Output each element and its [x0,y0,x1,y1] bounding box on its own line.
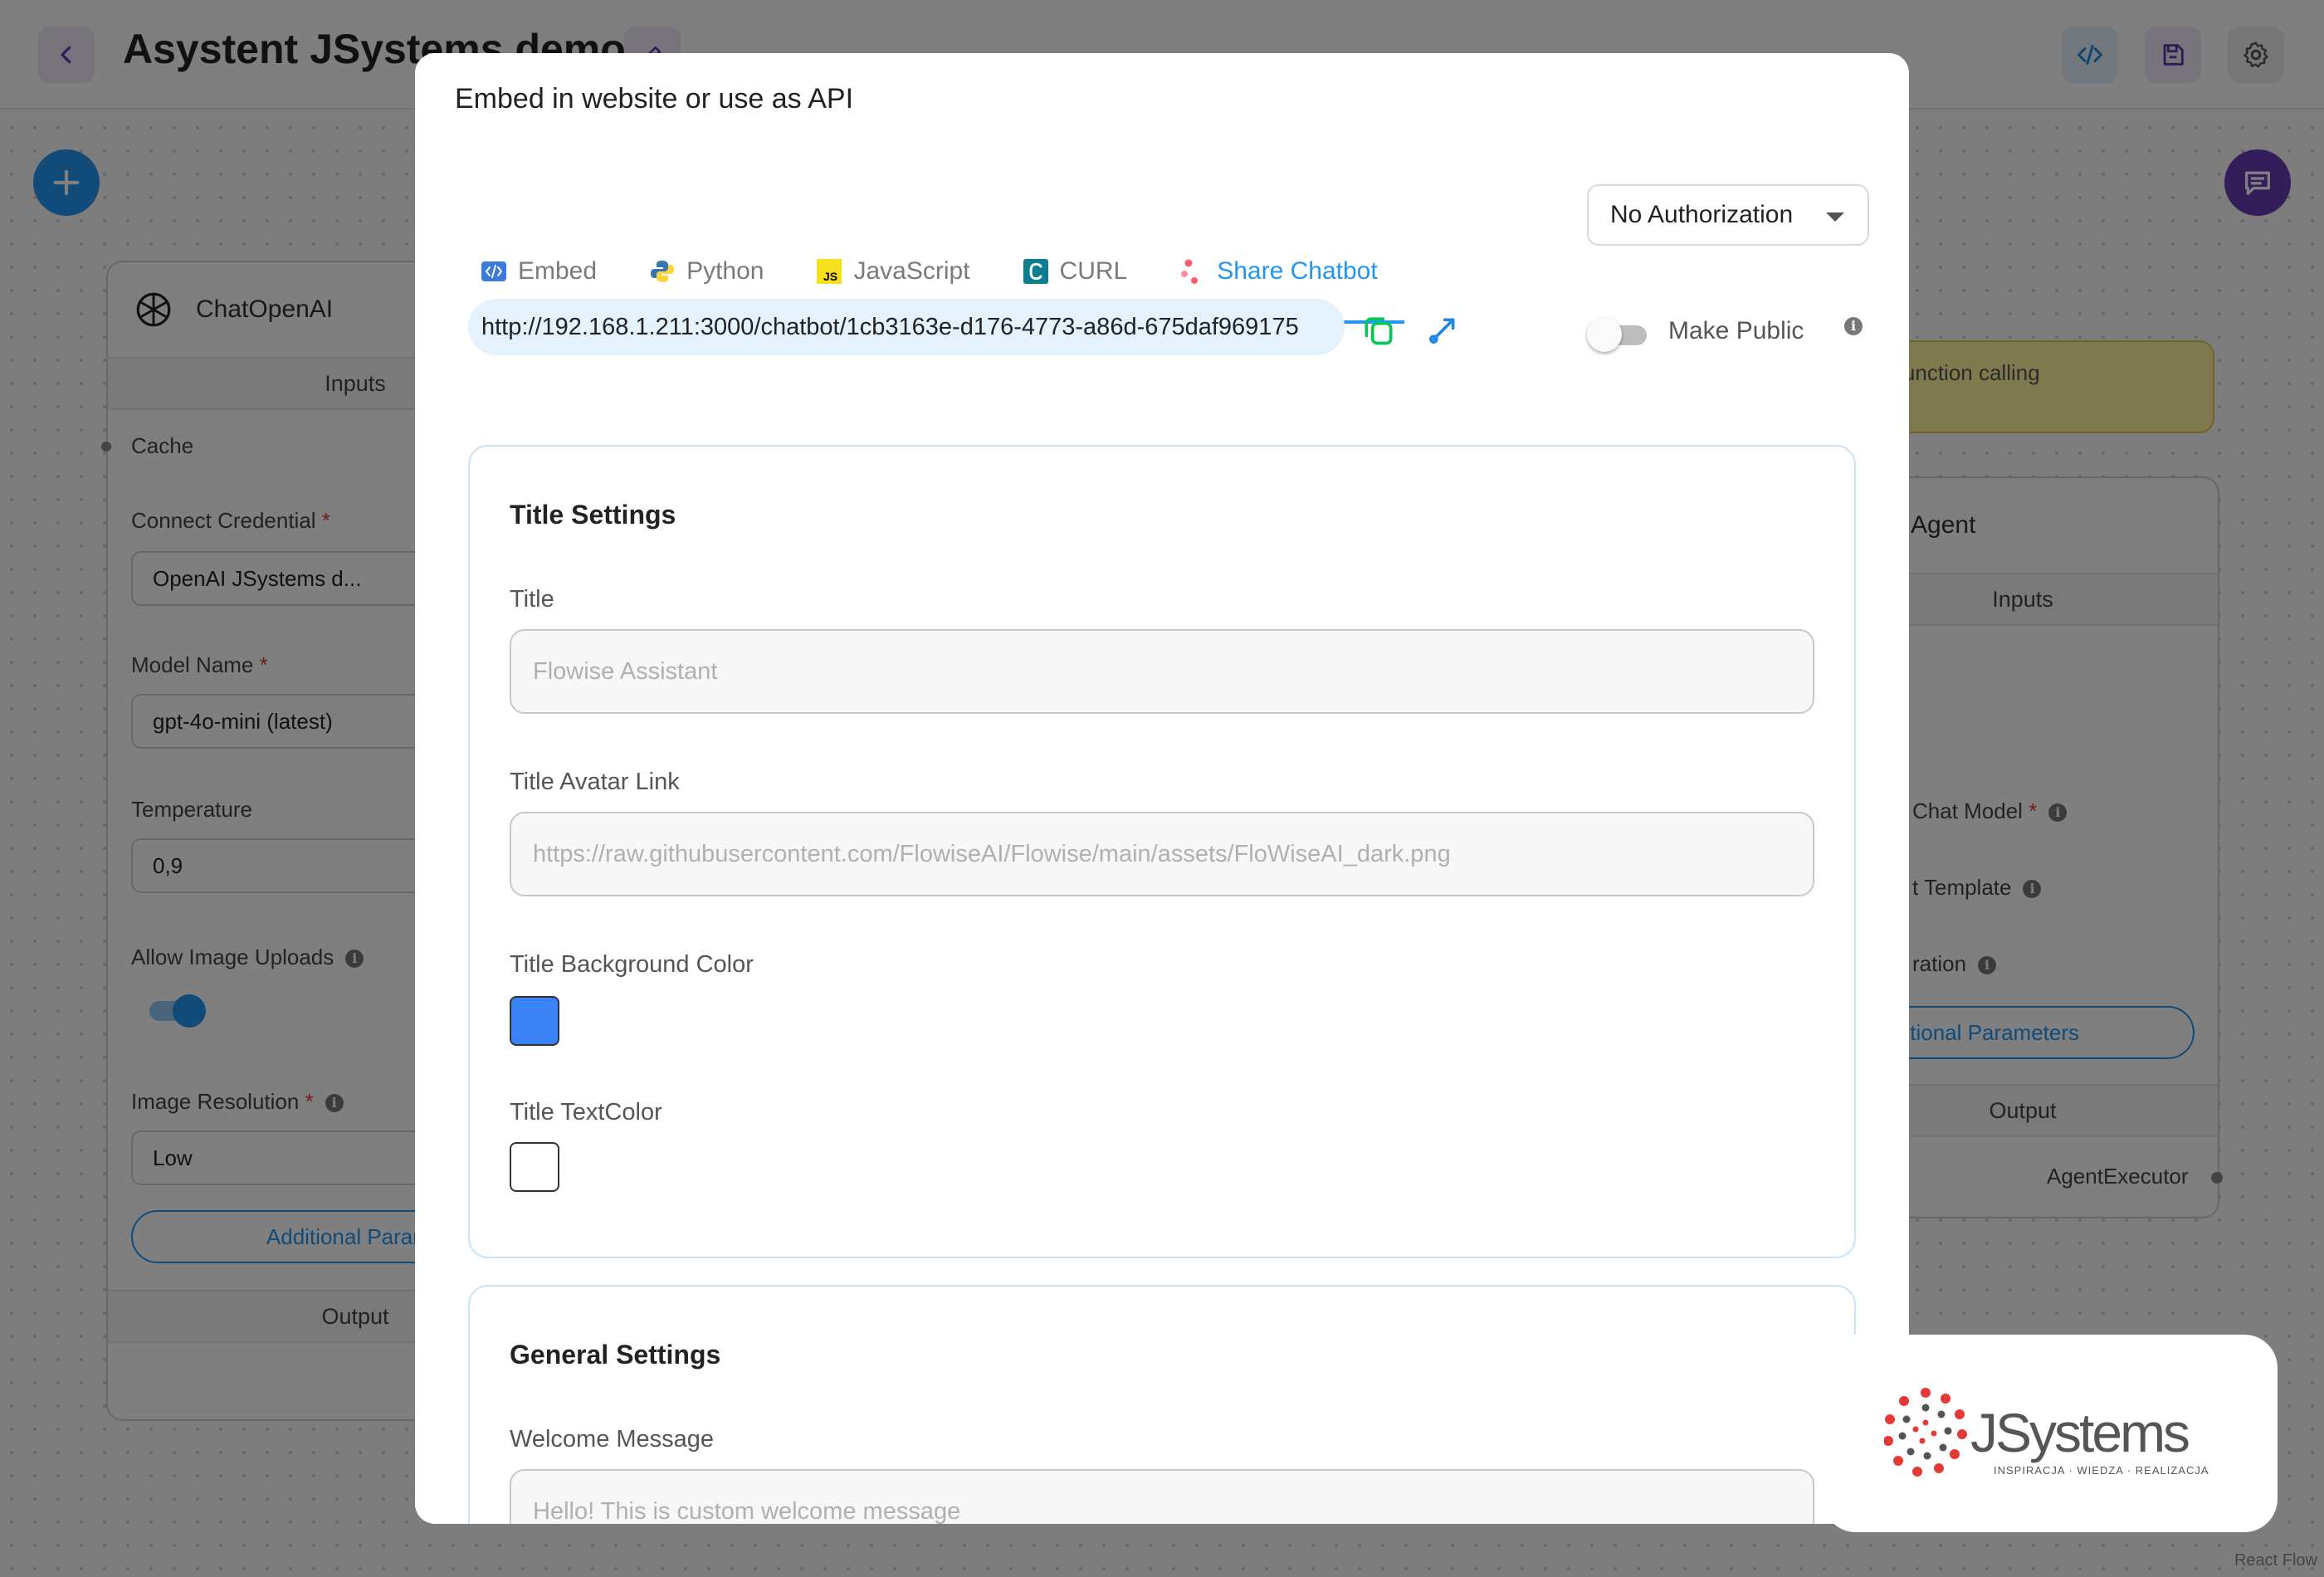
embed-code-icon [481,259,506,284]
share-icon [1180,259,1205,284]
make-public-label: Make Public [1668,317,1804,344]
title-text-color-swatch[interactable] [510,1142,559,1192]
embed-dialog: Embed in website or use as API Embed Pyt… [415,53,1909,1524]
dialog-title: Embed in website or use as API [455,83,854,115]
curl-icon [1023,259,1048,284]
welcome-message-input[interactable] [510,1469,1814,1524]
open-in-new-tab-button[interactable] [1421,307,1466,352]
python-icon [650,259,675,284]
jsystems-brand: JSystems [1970,1402,2190,1463]
title-avatar-label: Title Avatar Link [510,769,680,795]
title-text-color-label: Title TextColor [510,1099,662,1125]
title-bg-color-swatch[interactable] [510,996,559,1046]
caret-down-icon [1826,212,1844,222]
copy-icon [1365,317,1393,345]
copy-url-button[interactable] [1356,307,1401,352]
info-icon[interactable]: i [1844,317,1863,335]
general-settings-card: General Settings Welcome Message [468,1285,1856,1524]
make-public-toggle[interactable] [1587,317,1650,352]
welcome-message-label: Welcome Message [510,1426,715,1452]
title-input[interactable] [510,629,1814,714]
title-settings-card: Title Settings Title Title Avatar Link T… [468,445,1856,1258]
title-bg-color-label: Title Background Color [510,951,754,978]
title-settings-heading: Title Settings [510,500,676,530]
title-avatar-input[interactable] [510,812,1814,896]
svg-text:JS: JS [823,270,837,283]
jsystems-tagline: INSPIRACJA · WIEDZA · REALIZACJA [1994,1464,2209,1477]
jsystems-dots-logo-icon [1884,1388,1967,1477]
javascript-icon: JS [817,259,842,284]
share-url[interactable]: http://192.168.1.211:3000/chatbot/1cb316… [468,299,1345,355]
external-link-icon [1428,318,1455,344]
authorization-select[interactable]: No Authorization [1587,184,1869,246]
jsystems-logo: JSystems INSPIRACJA · WIEDZA · REALIZACJ… [1823,1335,2278,1532]
general-settings-heading: General Settings [510,1340,721,1370]
title-label: Title [510,586,554,613]
